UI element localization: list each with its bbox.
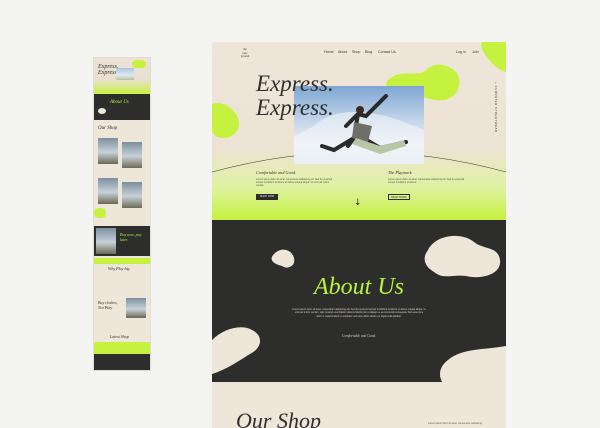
about-text: Lorem ipsum dolor sit amet, consectetur … — [292, 308, 426, 318]
shop-title: Our Shop — [236, 408, 321, 428]
hero-headline: Express. Express. — [256, 71, 334, 120]
hero-col2-text: Lorem ipsum dolor sit amet, consectetur … — [388, 178, 465, 185]
mini-banner-photo — [96, 228, 116, 254]
about-title: About Us — [314, 274, 404, 300]
mini-about-title: About Us — [110, 100, 129, 105]
cream-blob — [424, 235, 501, 278]
mini-hero-photo — [116, 68, 134, 80]
mini-about-section — [94, 94, 150, 120]
mini-lime-strip — [94, 342, 150, 354]
mini-page-preview: Express. Express. About Us Our Shop Buy … — [94, 58, 150, 370]
mini-why-title: Why Play big — [108, 266, 130, 271]
cream-blob — [271, 249, 295, 268]
mini-product-photo — [98, 178, 118, 204]
mini-footer — [94, 354, 150, 370]
main-page-preview: the play ground Home About Shop Blog Con… — [212, 42, 506, 428]
nav-link-contact[interactable]: Contact Us — [378, 50, 396, 54]
mini-quote-photo — [126, 298, 146, 318]
nav-link-about[interactable]: About — [338, 50, 347, 54]
mini-product-photo — [122, 182, 142, 208]
mini-product-photo — [122, 142, 142, 168]
lime-blob — [481, 42, 506, 72]
mini-lime-blob — [132, 60, 146, 68]
hero-col2-title: The Playmark — [388, 170, 412, 175]
about-subtitle: Comfortable and Good. — [341, 334, 377, 338]
shop-now-button[interactable]: SHOP NOW — [256, 194, 278, 200]
read-more-button[interactable]: READ MORE — [388, 194, 410, 200]
nav-join[interactable]: Join — [472, 50, 479, 54]
nav-link-home[interactable]: Home — [324, 50, 334, 54]
cream-blob — [440, 346, 506, 382]
mini-lime-blob — [94, 208, 106, 218]
nav-link-shop[interactable]: Shop — [352, 50, 360, 54]
shop-note: Lorem ipsum dolor sit amet, consectetur … — [428, 422, 483, 425]
about-shapes — [212, 235, 506, 382]
mini-gallery-title: Latest Shop — [110, 334, 129, 339]
site-logo[interactable]: the play ground — [238, 47, 252, 59]
mini-cream-blob — [98, 108, 106, 114]
vertical-tagline: + CURRATED STREETWEAR — [494, 82, 498, 133]
mini-product-photo — [98, 138, 118, 164]
hero-col1-title: Comfortable and Good. — [256, 170, 296, 175]
nav-link-blog[interactable]: Blog — [365, 50, 372, 54]
nav-login[interactable]: Log in — [456, 50, 466, 54]
mini-banner-text: Buy now, pay later. — [120, 232, 142, 242]
lime-blob — [212, 102, 240, 138]
hero-col1-text: Lorem ipsum dolor sit amet, consectetur … — [256, 178, 333, 188]
mini-quote-text: Buy clothes, Not Play — [98, 300, 118, 310]
scroll-down-icon[interactable]: ↓ — [354, 198, 362, 208]
mini-lime-strip — [94, 258, 150, 264]
mini-shop-title: Our Shop — [98, 126, 118, 131]
